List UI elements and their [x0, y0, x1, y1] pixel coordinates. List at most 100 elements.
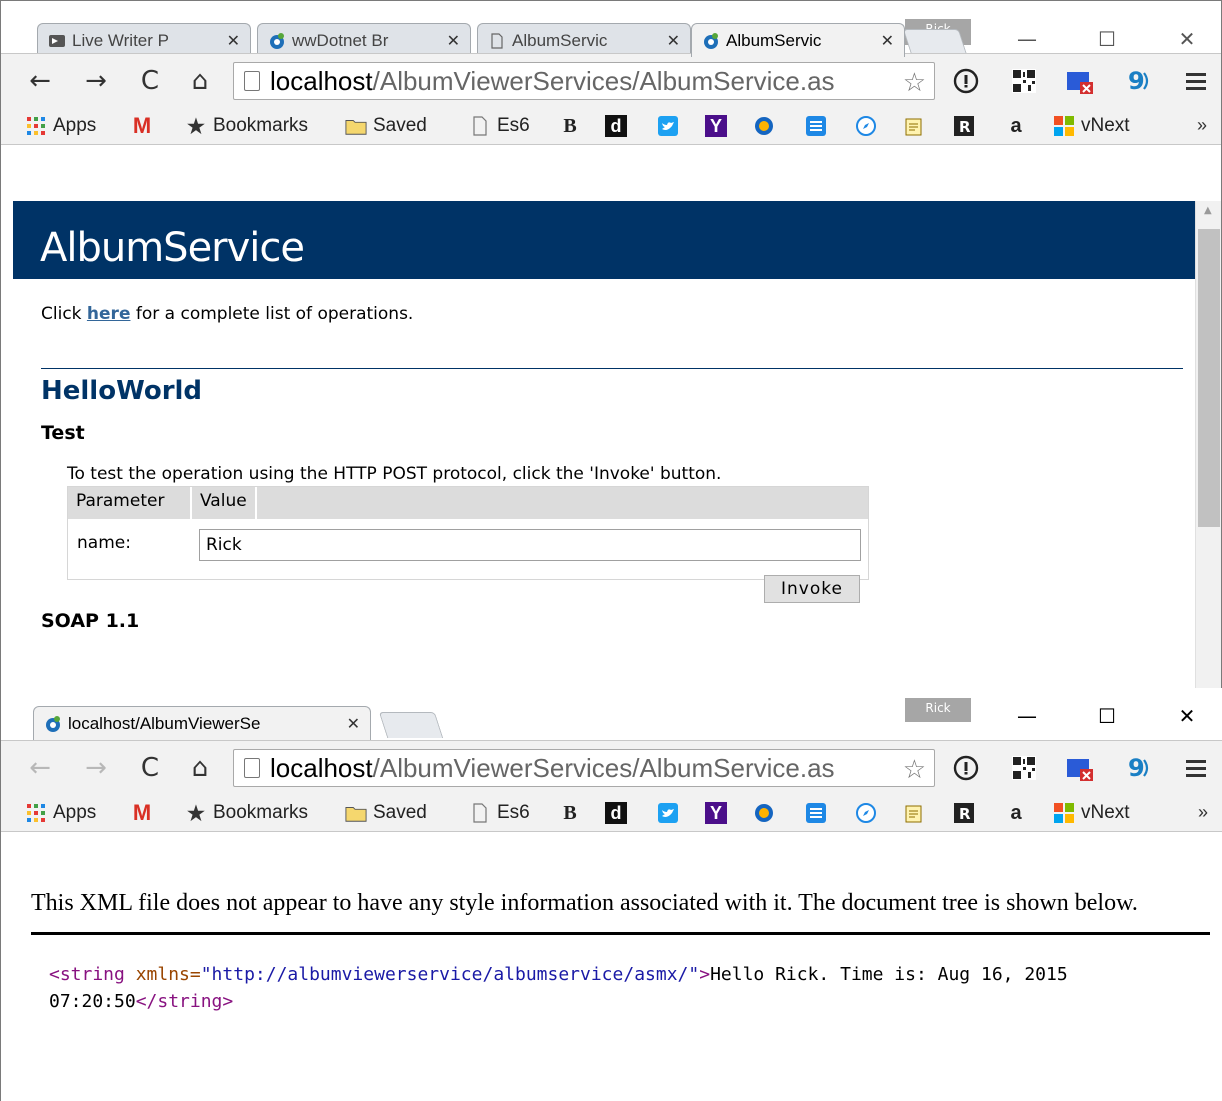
new-tab-button[interactable]: [378, 712, 444, 738]
bookmark-yahoo[interactable]: Y: [705, 800, 733, 826]
bookmark-star-icon[interactable]: ☆: [902, 67, 926, 98]
extension-1password-icon[interactable]: [951, 66, 981, 96]
reload-icon[interactable]: C: [135, 753, 165, 783]
vertical-scrollbar[interactable]: ▲: [1195, 201, 1221, 688]
home-icon[interactable]: ⌂: [185, 753, 215, 783]
chrome-favicon-icon: [268, 32, 286, 50]
bookmark-b[interactable]: B: [559, 800, 587, 826]
back-arrow-icon[interactable]: ←: [25, 66, 55, 96]
xml-result-page: This XML file does not appear to have an…: [1, 874, 1222, 1101]
extension-nine-icon[interactable]: 9: [1123, 66, 1153, 96]
tab-close-icon[interactable]: ✕: [347, 714, 360, 734]
menu-hamburger-icon[interactable]: [1181, 753, 1211, 783]
compass-icon: [855, 802, 877, 824]
page-icon: [488, 32, 506, 50]
svg-text:9: 9: [1128, 754, 1145, 782]
reload-icon[interactable]: C: [135, 66, 165, 96]
address-bar[interactable]: localhost/AlbumViewerServices/AlbumServi…: [233, 749, 935, 787]
bookmark-folder-saved[interactable]: Saved: [345, 113, 427, 139]
bookmark-d[interactable]: d: [605, 800, 633, 826]
bookmark-gmail[interactable]: M: [131, 800, 159, 826]
url-path: /AlbumViewerServices/AlbumService.as: [372, 752, 835, 783]
bookmark-star-icon[interactable]: ☆: [902, 754, 926, 785]
divider: [31, 932, 1210, 935]
bookmark-d[interactable]: d: [605, 113, 633, 139]
bookmark-folder-bookmarks[interactable]: ★ Bookmarks: [185, 113, 308, 139]
forward-arrow-icon[interactable]: →: [81, 66, 111, 96]
gauge-icon: [753, 115, 775, 137]
bookmark-vnext[interactable]: vNext: [1053, 800, 1130, 826]
new-tab-button[interactable]: [902, 29, 968, 55]
tab-close-icon[interactable]: ✕: [447, 31, 460, 51]
bookmark-es6[interactable]: Es6: [469, 800, 530, 826]
bookmark-gmail[interactable]: M: [131, 113, 159, 139]
page-info-icon[interactable]: [244, 758, 260, 778]
back-arrow-icon[interactable]: ←: [25, 753, 55, 783]
bookmark-feed[interactable]: [805, 113, 833, 139]
bookmarks-overflow-button[interactable]: »: [1198, 802, 1208, 823]
invoke-button[interactable]: Invoke: [764, 575, 860, 603]
yahoo-icon: Y: [705, 802, 727, 824]
url-host: localhost: [270, 65, 373, 96]
tab-live-writer[interactable]: Live Writer P ✕: [37, 23, 251, 57]
d-letter-icon: d: [605, 802, 627, 824]
name-input[interactable]: [199, 529, 861, 561]
tab-strip: localhost/AlbumViewerSe ✕: [1, 700, 1222, 740]
bookmark-label: Apps: [53, 802, 97, 823]
address-bar[interactable]: localhost/AlbumViewerServices/AlbumServi…: [233, 62, 935, 100]
scroll-thumb[interactable]: [1198, 229, 1220, 527]
twitter-icon: [657, 802, 679, 824]
title-bar: Rick — ☐ ✕ Live Writer P ✕ wwDotnet Br ✕: [1, 1, 1221, 57]
extension-blue-square-icon[interactable]: [1065, 66, 1095, 96]
hint-suffix: for a complete list of operations.: [130, 304, 414, 324]
bookmark-r[interactable]: R: [953, 800, 981, 826]
page-info-icon[interactable]: [244, 71, 260, 91]
tab-localhost[interactable]: localhost/AlbumViewerSe ✕: [33, 706, 371, 740]
bookmark-twitter[interactable]: [657, 800, 685, 826]
bookmark-notes[interactable]: [903, 800, 931, 826]
hint-prefix: Click: [41, 304, 87, 324]
bookmark-gauge[interactable]: [753, 113, 781, 139]
home-icon[interactable]: ⌂: [185, 66, 215, 96]
bookmark-r[interactable]: R: [953, 113, 981, 139]
bookmark-notes[interactable]: [903, 113, 931, 139]
live-writer-icon: [48, 32, 66, 50]
bookmark-gauge[interactable]: [753, 800, 781, 826]
menu-hamburger-icon[interactable]: [1181, 66, 1211, 96]
bookmark-compass[interactable]: [855, 800, 883, 826]
bookmark-twitter[interactable]: [657, 113, 685, 139]
bookmark-b[interactable]: B: [559, 113, 587, 139]
extension-nine-icon[interactable]: 9: [1123, 753, 1153, 783]
extension-blue-square-icon[interactable]: [1065, 753, 1095, 783]
extension-qr-code-icon[interactable]: [1009, 66, 1039, 96]
bookmark-es6[interactable]: Es6: [469, 113, 530, 139]
bookmark-folder-bookmarks[interactable]: ★ Bookmarks: [185, 800, 308, 826]
bookmark-yahoo[interactable]: Y: [705, 113, 733, 139]
tab-close-icon[interactable]: ✕: [881, 31, 894, 51]
extension-1password-icon[interactable]: [951, 753, 981, 783]
bookmark-amazon[interactable]: a: [1005, 113, 1033, 139]
tab-album-service-active[interactable]: AlbumServic ✕: [691, 23, 905, 57]
divider: [41, 368, 1183, 369]
browser-toolbar: ← → C ⌂ localhost/AlbumViewerServices/Al…: [1, 53, 1221, 107]
bookmark-apps[interactable]: Apps: [25, 800, 96, 826]
bookmark-feed[interactable]: [805, 800, 833, 826]
xml-close-tag: </string>: [135, 991, 234, 1012]
tab-wwdotnet[interactable]: wwDotnet Br ✕: [257, 23, 471, 57]
bookmark-compass[interactable]: [855, 113, 883, 139]
tab-album-service-1[interactable]: AlbumServic ✕: [477, 23, 691, 57]
bookmark-vnext[interactable]: vNext: [1053, 113, 1130, 139]
svg-text:R: R: [959, 805, 971, 823]
extension-qr-code-icon[interactable]: [1009, 753, 1039, 783]
tab-close-icon[interactable]: ✕: [227, 31, 240, 51]
bookmark-apps[interactable]: Apps: [25, 113, 96, 139]
operations-link[interactable]: here: [87, 304, 131, 324]
feed-list-icon: [805, 115, 827, 137]
tab-close-icon[interactable]: ✕: [667, 31, 680, 51]
forward-arrow-icon[interactable]: →: [81, 753, 111, 783]
bookmarks-overflow-button[interactable]: »: [1197, 115, 1207, 136]
scroll-up-arrow-icon[interactable]: ▲: [1204, 205, 1212, 216]
bookmark-amazon[interactable]: a: [1005, 800, 1033, 826]
bookmark-folder-saved[interactable]: Saved: [345, 800, 427, 826]
folder-icon: [345, 802, 367, 824]
